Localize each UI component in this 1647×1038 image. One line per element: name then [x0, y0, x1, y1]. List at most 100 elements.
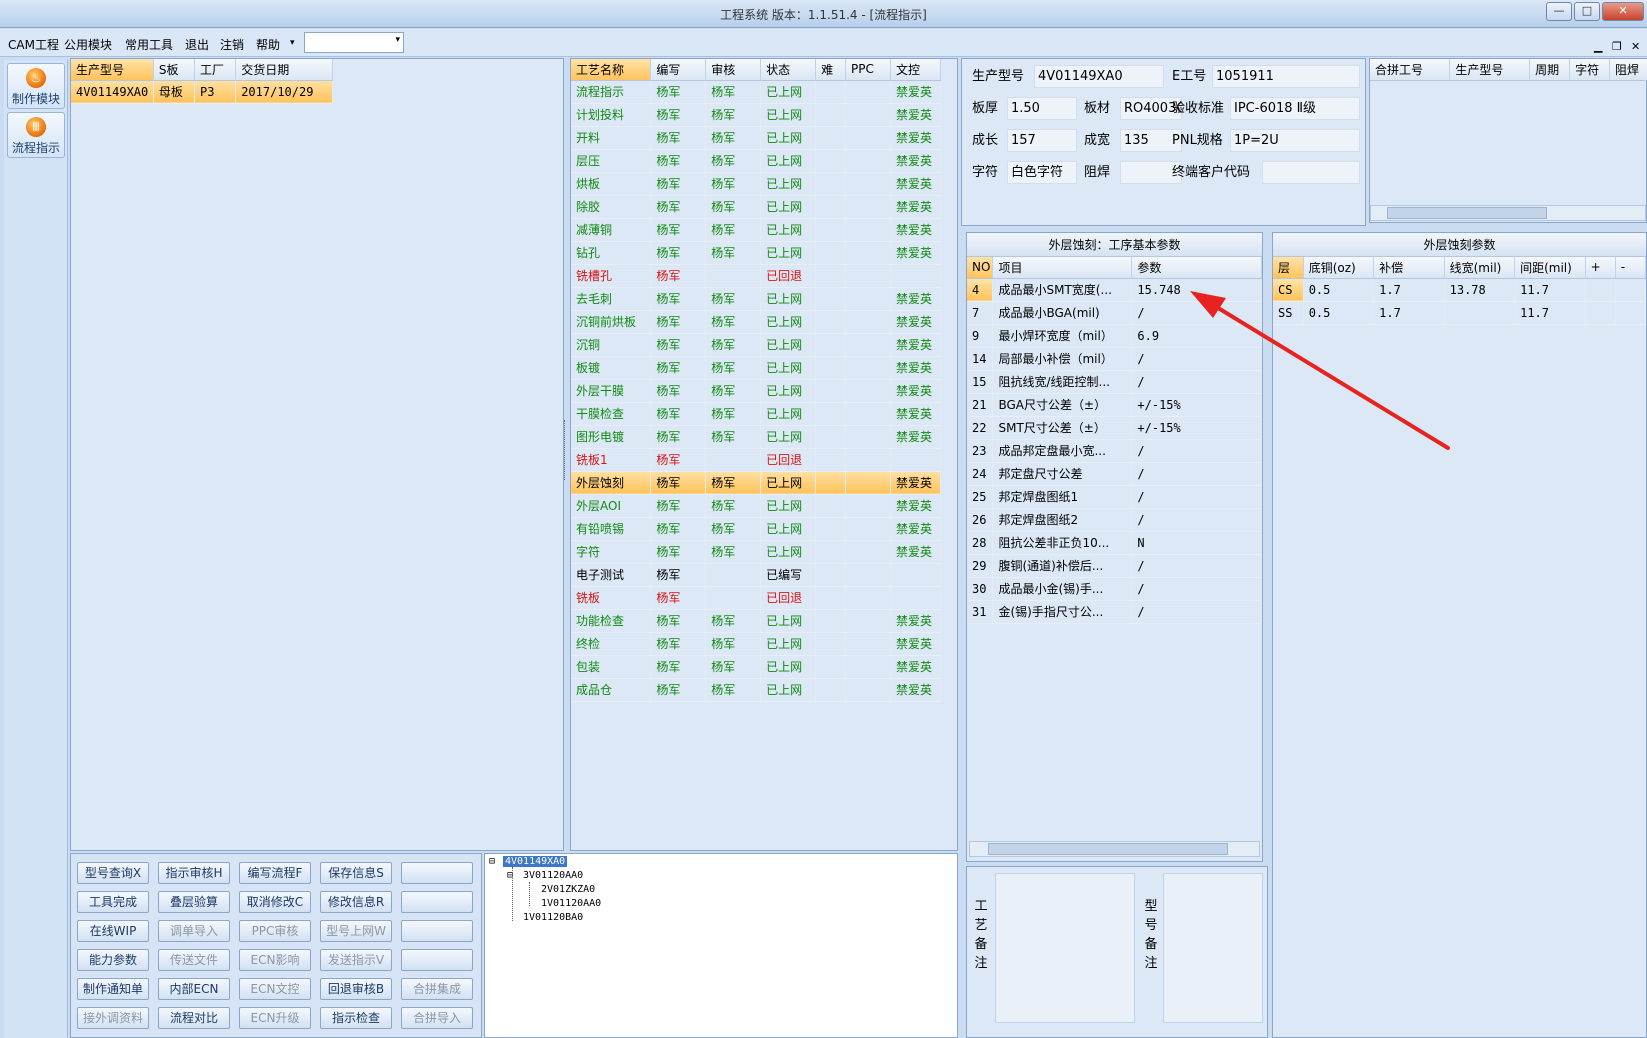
mdi-close-icon[interactable]: ✕ [1631, 40, 1640, 53]
scroll-thumb[interactable] [988, 843, 1228, 855]
action-button[interactable]: 工具完成 [77, 891, 149, 913]
action-button[interactable]: 回退审核B [320, 978, 392, 1000]
table-row[interactable]: 4 成品最小SMT宽度(... 15.748 [967, 278, 1262, 302]
table-row[interactable]: 25 邦定焊盘图纸1/ [967, 485, 1262, 509]
col-combine-char[interactable]: 字符 [1569, 59, 1611, 81]
table-row[interactable]: SS 0.5 1.7 11.7 [1273, 301, 1647, 325]
action-button[interactable]: 发送指示V [320, 949, 392, 971]
table-row[interactable]: 29 腹铜(通道)补偿后... / [967, 554, 1262, 578]
action-button[interactable]: 保存信息S [320, 862, 392, 884]
table-row[interactable]: 31 金(锡)手指尺寸公... / [967, 600, 1262, 624]
col-item[interactable]: 项目 [992, 257, 1133, 279]
table-row[interactable]: 包装 杨军 杨军 已上网 禁爱英 [571, 655, 942, 679]
table-row[interactable]: 21 BGA尺寸公差（±） +/-15% [967, 393, 1262, 417]
table-row[interactable]: 层压 杨军 杨军 已上网 禁爱英 [571, 149, 942, 173]
action-button[interactable]: 指示检查 [320, 1007, 392, 1029]
action-button[interactable]: ECN升级 [239, 1007, 311, 1029]
table-row[interactable]: 30 成品最小金(锡)手... / [967, 577, 1262, 601]
col-spacing[interactable]: 间距(mil) [1514, 257, 1586, 279]
action-button[interactable]: 调单导入 [158, 920, 230, 942]
action-button[interactable]: 流程对比 [158, 1007, 230, 1029]
action-button[interactable]: 能力参数 [77, 949, 149, 971]
menu-dropdown-icon[interactable]: ▾ [290, 38, 295, 48]
col-combine-no[interactable]: 合拼工号 [1370, 59, 1451, 81]
col-writer[interactable]: 编写 [650, 59, 707, 81]
table-row[interactable]: 电子测试 杨军 已编写 [571, 563, 942, 587]
menu-logout[interactable]: 注销 [220, 36, 244, 53]
table-row[interactable]: 流程指示 杨军 杨军 已上网 禁爱英 [571, 80, 942, 104]
table-row[interactable]: 图形电镀 杨军 杨军 已上网 禁爱英 [571, 425, 942, 449]
table-row[interactable]: 烘板 杨军 杨军 已上网 禁爱英 [571, 172, 942, 196]
tree-node[interactable]: 2V01ZKZA0 [541, 884, 595, 895]
tree-expander-icon[interactable]: ⊟ [489, 856, 495, 867]
table-row[interactable]: 外层AOI 杨军 杨军 已上网 禁爱英 [571, 494, 942, 518]
table-row[interactable]: 7 成品最小BGA(mil) / [967, 301, 1262, 325]
tree-node-root[interactable]: 4V01149XA0 [503, 856, 568, 867]
menu-public[interactable]: 公用模块 [64, 36, 112, 53]
chevron-down-icon[interactable]: ▾ [395, 35, 400, 45]
menu-tools[interactable]: 常用工具 [125, 36, 173, 53]
splitter[interactable] [564, 420, 568, 480]
scroll-thumb[interactable] [1387, 207, 1547, 219]
minimize-button[interactable]: — [1546, 2, 1572, 21]
action-button[interactable]: ECN影响 [239, 949, 311, 971]
field-standard[interactable]: IPC-6018 Ⅱ级 [1230, 97, 1360, 120]
table-row[interactable]: 23 成品邦定盘最小宽... / [967, 439, 1262, 463]
col-param[interactable]: 参数 [1131, 257, 1262, 279]
table-row[interactable]: 干膜检查 杨军 杨军 已上网 禁爱英 [571, 402, 942, 426]
menu-exit[interactable]: 退出 [185, 36, 209, 53]
col-delivery[interactable]: 交货日期 [235, 59, 333, 81]
action-button[interactable] [401, 862, 473, 884]
table-row[interactable]: 成品仓 杨军 杨军 已上网 禁爱英 [571, 678, 942, 702]
action-button[interactable]: 合拼导入 [401, 1007, 473, 1029]
action-button[interactable]: 制作通知单 [77, 978, 149, 1000]
table-row[interactable]: CS 0.5 1.7 13.78 11.7 [1273, 278, 1647, 302]
table-row[interactable]: 开料 杨军 杨军 已上网 禁爱英 [571, 126, 942, 150]
action-button[interactable]: 合拼集成 [401, 978, 473, 1000]
action-button[interactable]: 型号上网W [320, 920, 392, 942]
menu-help[interactable]: 帮助 [256, 36, 280, 53]
action-button[interactable]: ECN文控 [239, 978, 311, 1000]
restore-button[interactable]: □ [1574, 2, 1600, 21]
field-thickness[interactable]: 1.50 [1007, 97, 1077, 120]
field-pnl[interactable]: 1P=2U [1230, 129, 1360, 152]
col-status[interactable]: 状态 [760, 59, 817, 81]
action-button[interactable]: 叠层验算 [158, 891, 230, 913]
table-row[interactable]: 24 邦定盘尺寸公差 / [967, 462, 1262, 486]
field-model[interactable]: 4V01149XA0 [1034, 65, 1164, 88]
tree-node[interactable]: 1V01120BA0 [523, 912, 583, 923]
table-row[interactable]: 14 局部最小补偿（mil） / [967, 347, 1262, 371]
col-no[interactable]: NO [967, 257, 994, 279]
action-button[interactable]: 型号查询X [77, 862, 149, 884]
nav-flow-indicator[interactable]: Ⅲ 流程指示 [7, 112, 65, 158]
table-row[interactable]: 外层蚀刻 杨军 杨军 已上网 禁爱英 [571, 471, 942, 495]
table-row[interactable]: 去毛刺 杨军 杨军 已上网 禁爱英 [571, 287, 942, 311]
model-notes-textarea[interactable] [1163, 873, 1263, 1023]
menu-cam[interactable]: CAM工程 [8, 36, 59, 53]
table-row[interactable]: 铣板1 杨军 已回退 [571, 448, 942, 472]
table-row[interactable]: 减薄铜 杨军 杨军 已上网 禁爱英 [571, 218, 942, 242]
col-combine-mask[interactable]: 阻焊 [1609, 59, 1647, 81]
table-row[interactable]: 板镀 杨军 杨军 已上网 禁爱英 [571, 356, 942, 380]
action-button[interactable]: 修改信息R [320, 891, 392, 913]
action-button[interactable] [401, 891, 473, 913]
table-row[interactable]: 功能检查 杨军 杨军 已上网 禁爱英 [571, 609, 942, 633]
action-button[interactable]: 取消修改C [239, 891, 311, 913]
table-row[interactable]: 外层干膜 杨军 杨军 已上网 禁爱英 [571, 379, 942, 403]
action-button[interactable]: 编写流程F [239, 862, 311, 884]
table-row[interactable]: 铣板 杨军 已回退 [571, 586, 942, 610]
mdi-restore-icon[interactable]: ❐ [1612, 40, 1622, 53]
add-column-button[interactable]: + [1585, 257, 1616, 279]
action-button[interactable]: 接外调资料 [77, 1007, 149, 1029]
table-row[interactable]: 有铅喷锡 杨军 杨军 已上网 禁爱英 [571, 517, 942, 541]
action-button[interactable] [401, 920, 473, 942]
action-button[interactable] [401, 949, 473, 971]
table-row[interactable]: 沉铜 杨军 杨军 已上网 禁爱英 [571, 333, 942, 357]
action-button[interactable]: PPC审核 [239, 920, 311, 942]
table-row[interactable]: 9 最小焊环宽度（mil） 6.9 [967, 324, 1262, 348]
table-row[interactable]: 4V01149XA0 母板 P3 2017/10/29 [71, 80, 333, 104]
field-length[interactable]: 157 [1007, 129, 1077, 152]
table-row[interactable]: 计划投料 杨军 杨军 已上网 禁爱英 [571, 103, 942, 127]
table-row[interactable]: 26 邦定焊盘图纸2/ [967, 508, 1262, 532]
action-button[interactable]: 在线WIP [77, 920, 149, 942]
